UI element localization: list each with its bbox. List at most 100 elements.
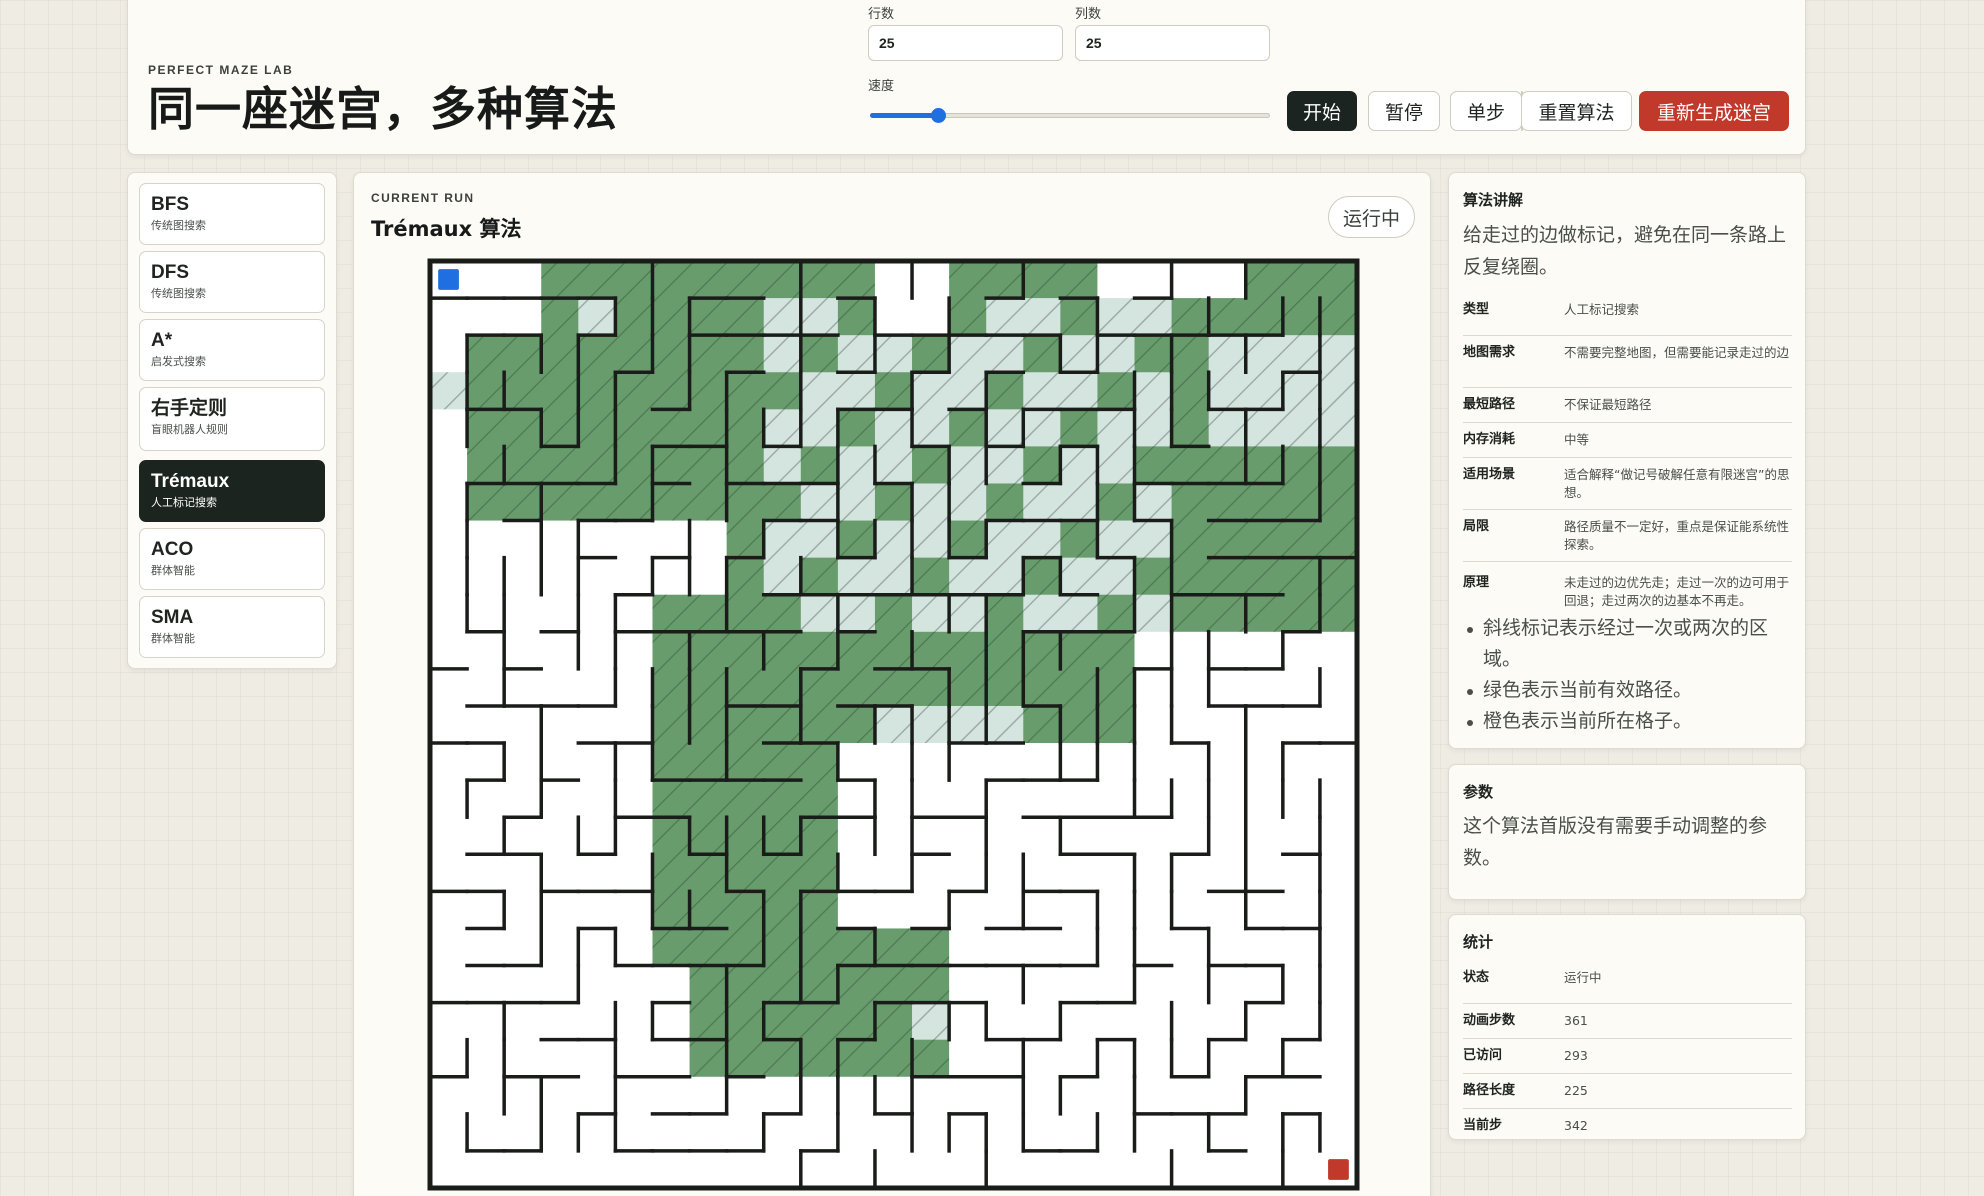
maze-cell (541, 520, 579, 559)
maze-cell-hatch (726, 780, 765, 818)
cols-input[interactable] (1075, 25, 1270, 61)
maze-cell (874, 298, 913, 336)
maze-cell-hatch (726, 409, 765, 447)
maze-cell-hatch (1319, 261, 1358, 299)
maze-cell (652, 965, 691, 1004)
algo-item-tremaux[interactable]: Trémaux 人工标记搜索 (139, 460, 325, 522)
maze-cell (949, 817, 987, 855)
maze-cell (1208, 743, 1247, 781)
maze-cell (837, 854, 876, 892)
maze-cell-hatch (837, 668, 876, 707)
maze-cell (1134, 817, 1173, 855)
maze-cell-hatch (1282, 261, 1321, 299)
reset-algorithm-button[interactable]: 重置算法 (1521, 91, 1632, 131)
info-value: 不保证最短路径 (1564, 397, 1652, 412)
maze-cell-hatch (689, 483, 728, 522)
stat-value: 342 (1564, 1118, 1588, 1133)
maze-cell (1282, 1150, 1321, 1189)
maze-cell-hatch (800, 483, 839, 522)
stat-row-anim-steps: 动画步数 361 (1463, 1004, 1792, 1039)
maze-cell (1245, 743, 1284, 781)
maze-cell-hatch (763, 446, 802, 485)
maze-cell-hatch (874, 409, 913, 447)
maze-cell (1171, 1002, 1210, 1041)
maze-cell (800, 1113, 839, 1152)
maze-cell-hatch (800, 1002, 839, 1041)
maze-cell (986, 928, 1024, 967)
stat-row-status: 状态 运行中 (1463, 969, 1792, 1004)
maze-cell (1097, 1002, 1136, 1041)
regenerate-maze-button[interactable]: 重新生成迷宫 (1639, 91, 1789, 131)
step-button[interactable]: 单步 (1450, 91, 1522, 131)
maze-cell (578, 817, 616, 855)
rows-input[interactable] (868, 25, 1063, 61)
bullet-text: 橙色表示当前所在格子。 (1483, 710, 1693, 732)
maze-cell-hatch (837, 298, 876, 336)
maze-cell (1097, 780, 1136, 818)
maze-cell-hatch (800, 705, 839, 744)
maze-cell-hatch (837, 483, 876, 522)
params-description: 这个算法首版没有需要手动调整的参数。 (1463, 815, 1768, 869)
maze-cell-hatch (800, 817, 839, 855)
maze-cell (467, 594, 505, 633)
start-button[interactable]: 开始 (1287, 91, 1357, 131)
maze-cell-hatch (800, 1039, 839, 1078)
maze-cell-hatch (1319, 335, 1358, 373)
maze-canvas[interactable] (426, 257, 1361, 1192)
maze-cell (1097, 854, 1136, 892)
maze-cell (1208, 1002, 1247, 1041)
maze-cell (615, 520, 654, 559)
maze-cell (1245, 817, 1284, 855)
maze-cell-hatch (726, 817, 765, 855)
pause-button[interactable]: 暂停 (1368, 91, 1440, 131)
maze-cell (467, 520, 505, 559)
algo-item-sma[interactable]: SMA 群体智能 (139, 596, 325, 658)
speed-slider-thumb[interactable] (931, 108, 946, 123)
algo-item-bfs[interactable]: BFS 传统图搜索 (139, 183, 325, 245)
maze-cell-hatch (1208, 483, 1247, 522)
speed-slider[interactable] (870, 108, 1270, 123)
maze-cell (578, 705, 616, 744)
maze-cell (949, 743, 987, 781)
maze-cell-hatch (1060, 520, 1099, 559)
info-row-memory: 内存消耗 中等 (1463, 423, 1792, 458)
maze-cell-hatch (1097, 557, 1136, 596)
maze-cell (1208, 854, 1247, 892)
maze-cell-hatch (912, 335, 950, 373)
maze-cell (1171, 1039, 1210, 1078)
maze-cell (800, 1150, 839, 1189)
maze-cell-hatch (1097, 298, 1136, 336)
algo-item-astar[interactable]: A* 启发式搜索 (139, 319, 325, 381)
algo-item-right-hand[interactable]: 右手定则 盲眼机器人规则 (139, 387, 325, 451)
maze-cell-hatch (689, 854, 728, 892)
stat-value: 361 (1564, 1013, 1588, 1028)
maze-cell (504, 743, 542, 781)
maze-cell-hatch (504, 409, 542, 447)
maze-cell-hatch (689, 743, 728, 781)
maze-cell-hatch (578, 409, 616, 447)
statistics-panel: 统计 状态 运行中 动画步数 361 已访问 293 路径长度 225 当前步 … (1448, 914, 1806, 1140)
maze-cell-hatch (986, 705, 1024, 744)
maze-cell-hatch (1245, 594, 1284, 633)
maze-cell-hatch (726, 631, 765, 670)
maze-cell-hatch (763, 1039, 802, 1078)
maze-cell-hatch (726, 446, 765, 485)
maze-cell-hatch (986, 335, 1024, 373)
maze-cell (467, 780, 505, 818)
algo-item-aco[interactable]: ACO 群体智能 (139, 528, 325, 590)
maze-cell (652, 1150, 691, 1189)
maze-cell (837, 817, 876, 855)
maze-cell (541, 743, 579, 781)
maze-cell (986, 743, 1024, 781)
algo-item-dfs[interactable]: DFS 传统图搜索 (139, 251, 325, 313)
maze-cell (1319, 631, 1358, 670)
maze-cell (874, 817, 913, 855)
maze-cell-hatch (949, 594, 987, 633)
algo-name: BFS (151, 194, 189, 215)
maze-cell-hatch (912, 446, 950, 485)
maze-cell-hatch (726, 483, 765, 522)
maze-cell (986, 1076, 1024, 1115)
info-row-map-requirement: 地图需求 不需要完整地图，但需要能记录走过的边 (1463, 336, 1792, 388)
maze-cell (1097, 965, 1136, 1004)
maze-cell-hatch (467, 409, 505, 447)
